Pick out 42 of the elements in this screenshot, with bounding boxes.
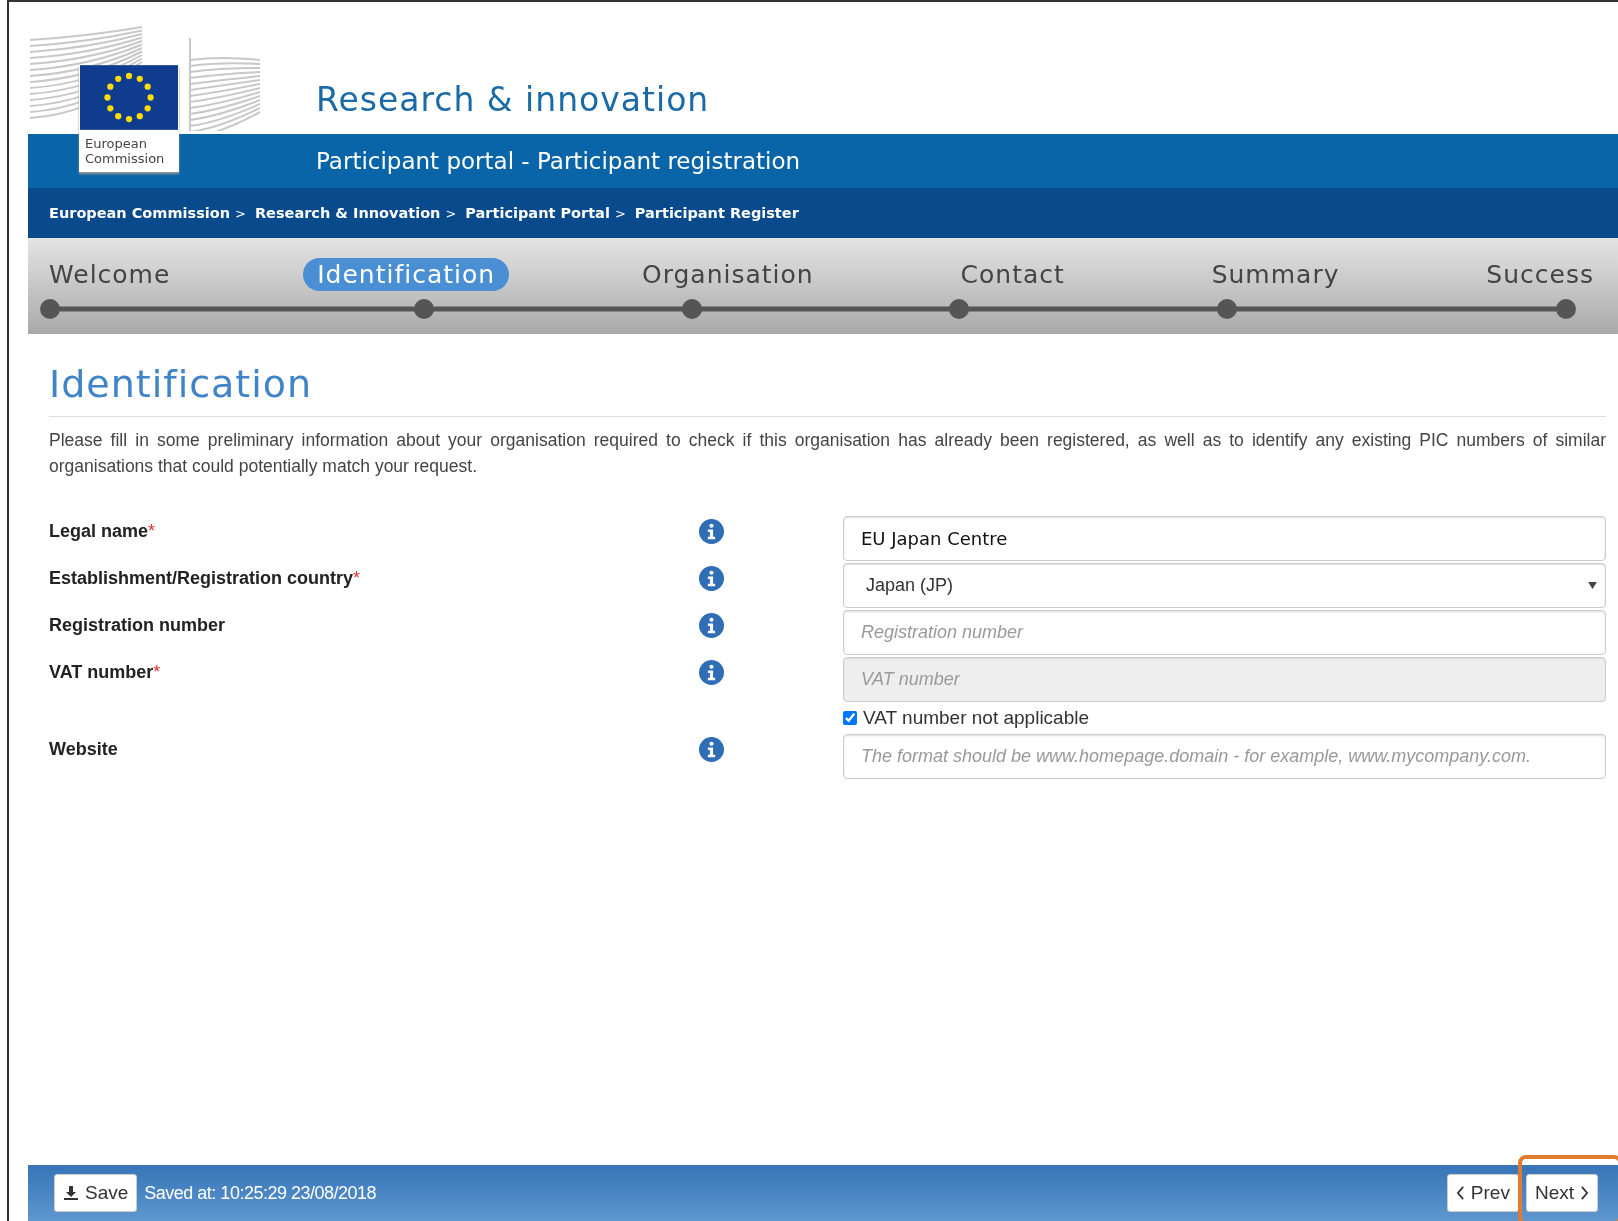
eu-flag-icon (80, 65, 178, 130)
breadcrumb-separator: > (614, 205, 626, 221)
step-tab[interactable]: Organisation (627, 257, 828, 291)
checkbox-label: VAT number not applicable (863, 707, 1090, 729)
step-tab[interactable]: Success (1472, 257, 1608, 291)
site-title: Research & innovation (316, 80, 710, 121)
breadcrumb-link[interactable]: Research & Innovation (254, 205, 441, 221)
breadcrumb-separator: > (235, 205, 246, 221)
checkbox[interactable] (843, 711, 857, 725)
country-select[interactable]: Japan (JP) (843, 563, 1606, 608)
intro-text: Please fill in some preliminary information about your organisation required to check if this organisation has already been registered, as well as to identify any existing PIC numbers of similar organisations that could potentially match your request. (49, 429, 1606, 478)
breadcrumb-link[interactable]: European Commission (49, 205, 231, 221)
info-icon[interactable] (699, 519, 724, 544)
chevron-left-icon (1455, 1186, 1465, 1200)
info-icon[interactable] (699, 737, 724, 762)
input-field[interactable]: EU Japan Centre (843, 516, 1606, 561)
field-label: Website (49, 739, 118, 759)
portal-title: Participant portal - Participant registration (316, 148, 801, 174)
info-icon[interactable] (699, 566, 724, 591)
breadcrumb-link[interactable]: Participant Portal (465, 205, 610, 221)
input-field[interactable]: Registration number (843, 610, 1606, 655)
input-field[interactable]: The format should be www.homepage.domain - for example, www.mycompany.com. (843, 734, 1606, 779)
step-tab[interactable]: Summary (1197, 257, 1354, 291)
download-icon (63, 1185, 79, 1201)
save-button[interactable]: Save (54, 1174, 138, 1212)
field-label: Registration number (49, 615, 226, 635)
chevron-right-icon (1580, 1186, 1589, 1200)
field-label: VAT number* (49, 662, 161, 682)
logo-text: European Commission (79, 130, 179, 172)
caret-icon (1588, 582, 1597, 589)
saved-time: Saved at: 10:25:29 23/08/2018 (144, 1182, 377, 1204)
breadcrumb-link[interactable]: Participant Register (634, 205, 799, 221)
field-label: Establishment/Registration country* (49, 568, 361, 588)
breadcrumb-separator: > (445, 205, 457, 221)
field-label: Legal name* (49, 521, 156, 541)
step-tab[interactable]: Contact (946, 257, 1079, 291)
prev-button[interactable]: Prev (1446, 1174, 1519, 1212)
info-icon[interactable] (699, 660, 724, 685)
next-button[interactable]: Next (1525, 1174, 1598, 1212)
page-title: Identification (49, 362, 1606, 417)
step-tab[interactable]: Welcome (38, 257, 185, 291)
info-icon[interactable] (699, 613, 724, 638)
